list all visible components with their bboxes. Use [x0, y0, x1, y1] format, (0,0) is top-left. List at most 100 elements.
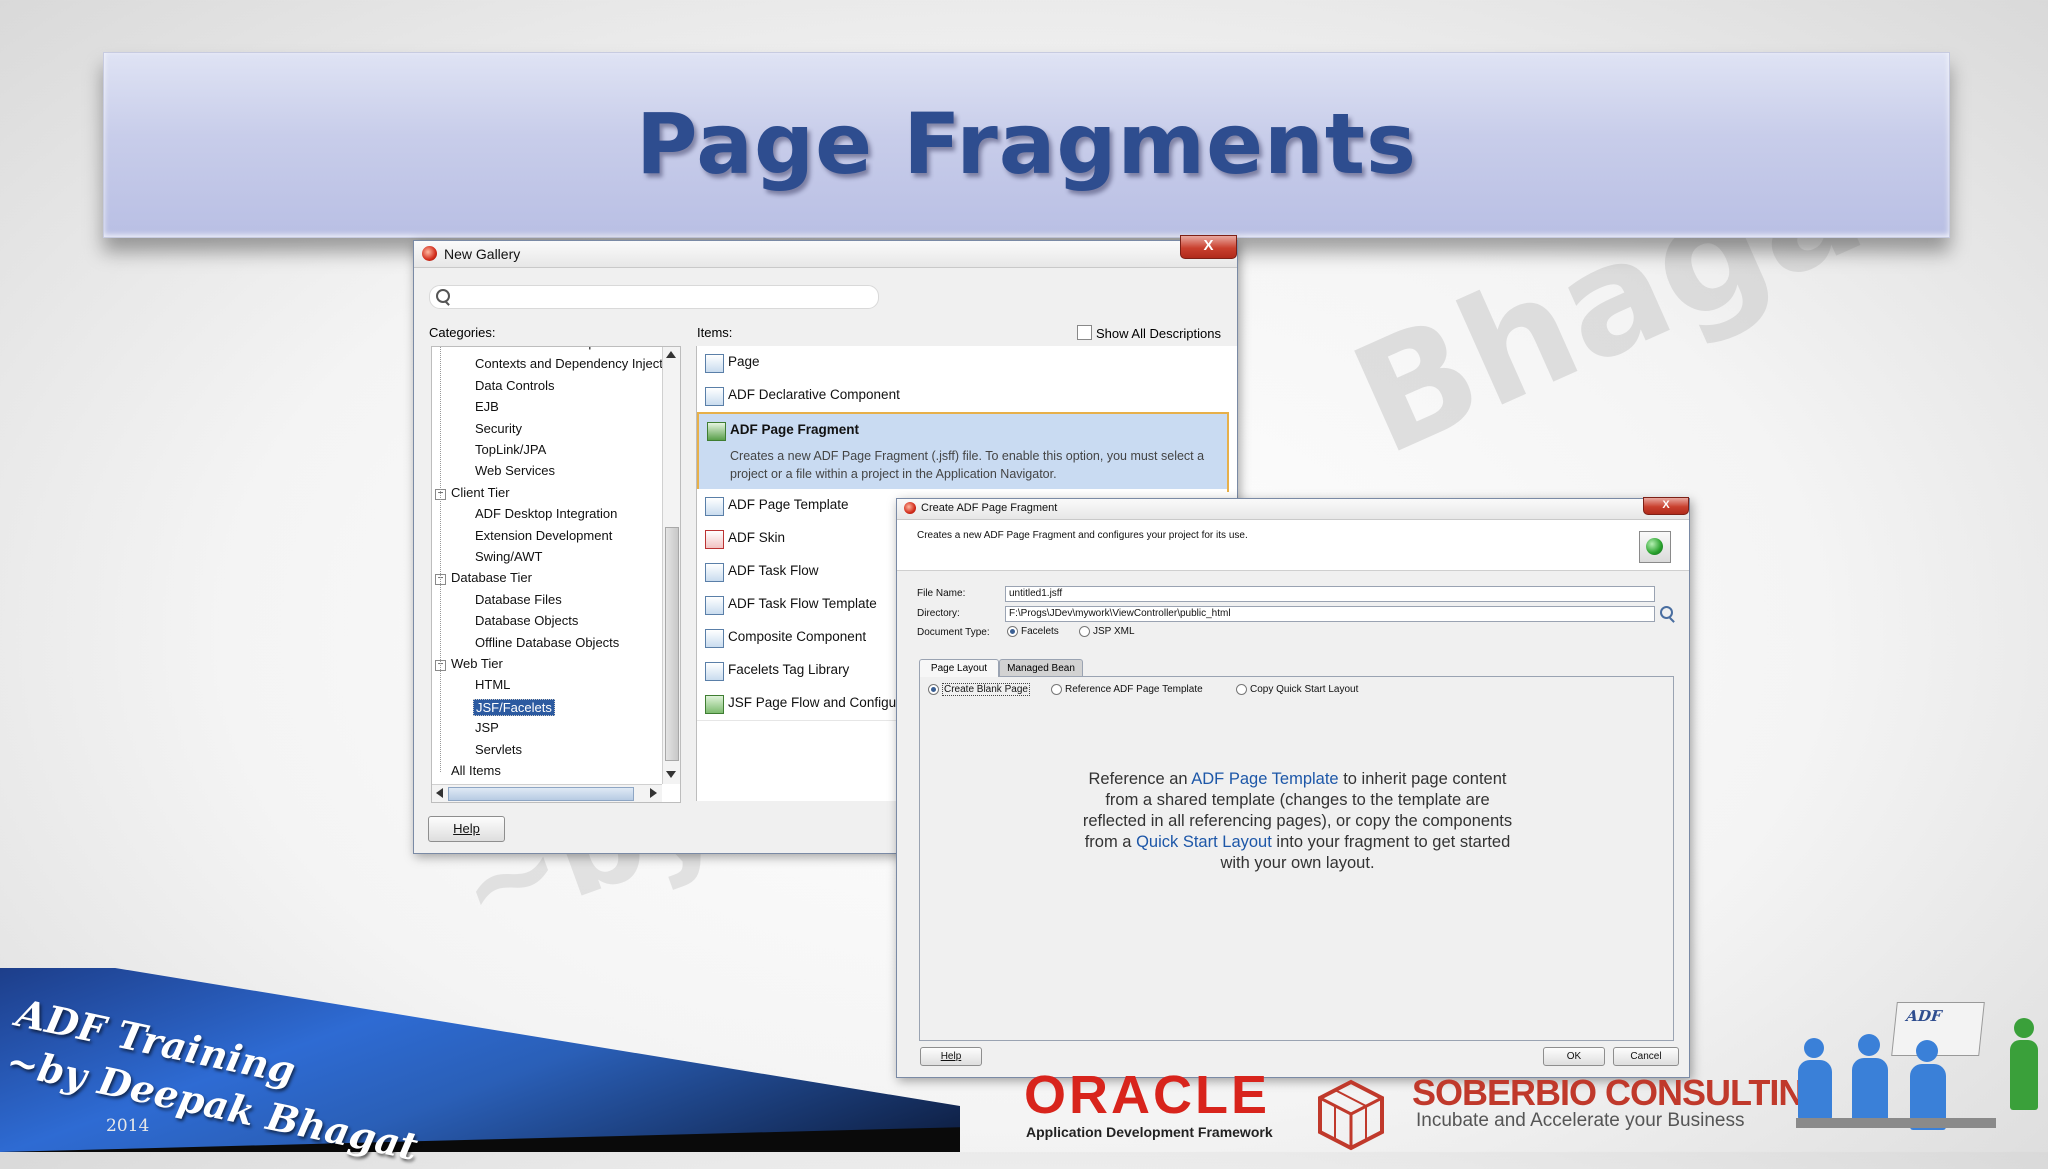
soberbio-name: SOBERBIO CONSULTING: [1412, 1072, 1831, 1113]
gallery-item[interactable]: Page: [697, 346, 1227, 380]
page-icon: [705, 530, 724, 549]
tree-item-node[interactable]: ADF Desktop Integration: [475, 506, 617, 521]
directory-field[interactable]: F:\Progs\JDev\mywork\ViewController\publ…: [1005, 606, 1655, 622]
create-blank-label: Create Blank Page: [942, 683, 1030, 697]
student-figure: [1804, 1038, 1824, 1058]
radio-selected-icon[interactable]: [1007, 626, 1018, 637]
layout-create-blank-radio[interactable]: Create Blank Page: [928, 683, 1030, 697]
tab-page-layout[interactable]: Page Layout: [919, 659, 999, 677]
create-fragment-header: Creates a new ADF Page Fragment and conf…: [897, 520, 1689, 571]
gallery-search-input[interactable]: [429, 285, 879, 309]
create-fragment-title: Create ADF Page Fragment: [921, 502, 1058, 514]
tree-item-node[interactable]: Data Controls: [475, 378, 554, 393]
create-fragment-titlebar[interactable]: Create ADF Page Fragment X: [897, 497, 1689, 520]
adf-board: ADF: [1891, 1002, 1985, 1056]
tree-item-node[interactable]: HTML: [475, 677, 510, 692]
radio-unselected-icon[interactable]: [1051, 684, 1062, 695]
tree-item-node[interactable]: Swing/AWT: [475, 549, 542, 564]
cancel-label: Cancel: [1630, 1051, 1662, 1062]
title-banner: Page Fragments: [103, 52, 1950, 238]
tree-group-node[interactable]: Database Tier: [451, 570, 532, 585]
doc-type-jspxml-label: JSP XML: [1093, 626, 1135, 638]
tree-item-node[interactable]: Database Files: [475, 592, 562, 607]
categories-horizontal-scrollbar[interactable]: [432, 784, 662, 802]
new-gallery-close-button[interactable]: X: [1180, 235, 1237, 259]
categories-tree: ADF Business Components Contexts and Depe…: [431, 346, 681, 803]
oracle-logo-icon: [904, 502, 916, 514]
gallery-help-button[interactable]: Help: [428, 816, 505, 842]
tree-group-node[interactable]: All Items: [451, 763, 501, 778]
file-name-field[interactable]: untitled1.jsff: [1005, 586, 1655, 602]
page-icon: [705, 662, 724, 681]
dialog-help-label: Help: [940, 1051, 962, 1062]
tree-item-node[interactable]: Database Objects: [475, 613, 578, 628]
adf-badge: ADF: [1905, 1007, 1943, 1025]
dialog-help-button[interactable]: Help: [920, 1047, 982, 1066]
document-type-label: Document Type:: [917, 627, 990, 638]
soberbio-cube-icon: [1314, 1078, 1388, 1152]
oracle-subtitle: Application Development Framework: [1026, 1124, 1273, 1140]
scroll-thumb[interactable]: [665, 527, 679, 761]
gallery-item-label: Facelets Tag Library: [728, 662, 850, 677]
gallery-item-label: ADF Page Fragment: [730, 422, 860, 437]
tab-content: Create Blank Page Reference ADF Page Tem…: [919, 676, 1674, 1041]
show-all-descriptions-label: Show All Descriptions: [1096, 326, 1221, 341]
hscroll-thumb[interactable]: [448, 787, 634, 801]
tree-item-node[interactable]: Contexts and Dependency Inject: [475, 356, 663, 371]
page-icon: [705, 497, 724, 516]
scroll-down-arrow-icon[interactable]: [666, 771, 676, 778]
radio-unselected-icon[interactable]: [1236, 684, 1247, 695]
quick-start-layout-link[interactable]: Quick Start Layout: [1136, 833, 1272, 851]
adf-page-template-link[interactable]: ADF Page Template: [1191, 770, 1338, 788]
page-icon: [705, 563, 724, 582]
gallery-item-label: ADF Task Flow Template: [728, 596, 877, 611]
scroll-up-arrow-icon[interactable]: [666, 351, 676, 358]
tree-item-node[interactable]: Extension Development: [475, 528, 612, 543]
tree-item-node[interactable]: Offline Database Objects: [475, 635, 619, 650]
desc-part1: Reference an: [1088, 770, 1192, 788]
new-gallery-titlebar[interactable]: New Gallery X: [414, 235, 1237, 268]
tree-group-node[interactable]: Web Tier: [451, 656, 503, 671]
ok-label: OK: [1566, 1051, 1582, 1062]
create-fragment-close-button[interactable]: X: [1643, 497, 1689, 515]
layout-reference-template-radio[interactable]: Reference ADF Page Template: [1051, 684, 1203, 695]
oracle-logo-icon: [422, 246, 437, 261]
ok-button[interactable]: OK: [1543, 1047, 1605, 1066]
scroll-right-arrow-icon[interactable]: [650, 788, 657, 798]
file-name-label: File Name:: [917, 588, 966, 599]
categories-label: Categories:: [429, 325, 496, 340]
gallery-item-label: ADF Task Flow: [728, 563, 819, 578]
scroll-left-arrow-icon[interactable]: [436, 788, 443, 798]
tree-item-node[interactable]: Security: [475, 421, 522, 436]
gallery-item[interactable]: ADF Page Fragment Creates a new ADF Page …: [697, 412, 1229, 492]
oracle-logo: ORACLE: [1024, 1065, 1270, 1125]
page-icon: [707, 422, 726, 441]
page-layout-panel: Page Layout Managed Bean Create Blank Pa…: [919, 659, 1674, 1041]
tree-item-node[interactable]: JSP: [475, 720, 499, 735]
tree-group-node[interactable]: Client Tier: [451, 485, 510, 500]
checkbox-box[interactable]: [1077, 325, 1092, 340]
doc-type-facelets-radio[interactable]: Facelets: [1007, 626, 1059, 637]
tab-managed-bean[interactable]: Managed Bean: [999, 659, 1083, 677]
categories-vertical-scrollbar[interactable]: [662, 347, 680, 784]
layout-quick-start-radio[interactable]: Copy Quick Start Layout: [1236, 684, 1358, 695]
show-all-descriptions-checkbox[interactable]: Show All Descriptions: [1077, 325, 1221, 341]
tree-item-node[interactable]: Web Services: [475, 463, 555, 478]
directory-label: Directory:: [917, 608, 960, 619]
tree-item-node[interactable]: ADF Business Components: [475, 347, 635, 350]
page-icon: [705, 354, 724, 373]
gallery-item-label: ADF Page Template: [728, 497, 849, 512]
cancel-button[interactable]: Cancel: [1613, 1047, 1679, 1066]
tree-item-node[interactable]: EJB: [475, 399, 499, 414]
tree-item-node[interactable]: TopLink/JPA: [475, 442, 546, 457]
create-fragment-subtitle: Creates a new ADF Page Fragment and conf…: [917, 530, 1248, 541]
gallery-item-label: ADF Skin: [728, 530, 786, 545]
radio-selected-icon[interactable]: [928, 684, 939, 695]
gallery-item-label: ADF Declarative Component: [728, 387, 900, 402]
slide-title: Page Fragments: [635, 95, 1418, 193]
gallery-item[interactable]: ADF Declarative Component: [697, 379, 1227, 413]
tree-item-node[interactable]: Servlets: [475, 742, 522, 757]
tree-item-node[interactable]: JSF/Facelets: [473, 698, 555, 716]
radio-unselected-icon[interactable]: [1079, 626, 1090, 637]
doc-type-jspxml-radio[interactable]: JSP XML: [1079, 626, 1135, 637]
